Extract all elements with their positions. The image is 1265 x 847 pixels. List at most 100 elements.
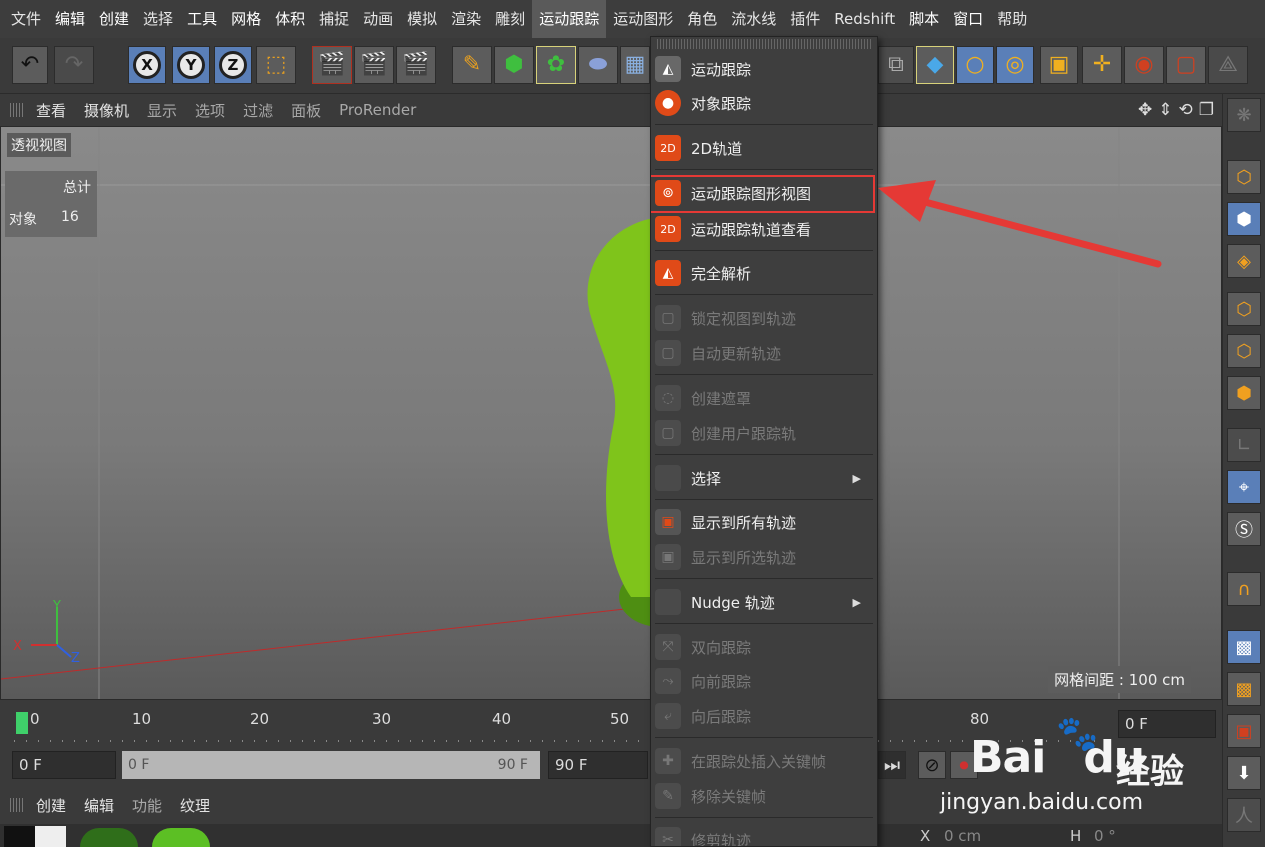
render-settings-button[interactable]: 🎬 [396,46,436,84]
current-frame-field[interactable]: 0 F [1118,710,1216,738]
maximize-view-icon[interactable]: ❐ [1199,100,1214,120]
subdivision-button[interactable]: ⬢ [494,46,534,84]
menu-pipeline[interactable]: 流水线 [724,0,783,38]
menu-item-motion-tracker[interactable]: ◭ 运动跟踪 [655,53,873,85]
polygons-mode-button[interactable]: ⬢ [1227,376,1261,410]
vp-menu-view[interactable]: 查看 [36,100,66,121]
end-frame-field[interactable]: 90 F [548,751,648,779]
live-selection-button[interactable]: ◉ [1124,46,1164,84]
menu-script[interactable]: 脚本 [902,0,946,38]
coord-x-value[interactable]: 0 cm [944,827,981,845]
menu-mesh[interactable]: 网格 [224,0,268,38]
download-button[interactable]: ⬇ [1227,756,1261,790]
menu-tools[interactable]: 工具 [180,0,224,38]
perspective-viewport[interactable]: 透视视图 总计 对象 16 Y X Z 网格间距 : 100 cm [0,126,1222,700]
material-swatch[interactable] [4,826,66,847]
coordinate-system-button[interactable]: ⬚ [256,46,296,84]
menu-animate[interactable]: 动画 [356,0,400,38]
menu-item-lock-view[interactable]: ▢ 锁定视图到轨迹 [655,302,873,334]
menu-item-bidirectional-track[interactable]: ⤧ 双向跟踪 [655,631,873,663]
menu-item-create-user-track[interactable]: ▢ 创建用户跟踪轨 [655,417,873,449]
menu-snap[interactable]: 捕捉 [312,0,356,38]
material-swatch[interactable] [80,828,138,847]
tear-off-grip-icon[interactable] [657,39,871,49]
disabled-tool-button[interactable]: ⟁ [1208,46,1248,84]
goto-end-button[interactable]: ⏭ [878,751,906,779]
menu-item-select-submenu[interactable]: 选择 ▶ [655,462,873,494]
solo-button[interactable]: Ⓢ [1227,512,1261,546]
cube-mode-button[interactable]: ◆ [916,46,954,84]
menu-motion-tracking[interactable]: 运动跟踪 [532,0,607,38]
axis-z-button[interactable]: Z [214,46,252,84]
snap-button[interactable]: ∩ [1227,572,1261,606]
move-button[interactable]: ✛ [1082,46,1122,84]
menu-item-create-mask[interactable]: ◌ 创建遮罩 [655,382,873,414]
vp-menu-display[interactable]: 显示 [147,100,177,121]
menu-item-2d-track[interactable]: 2D 2D轨道 [655,132,873,164]
record-button[interactable]: ⏺ [950,751,978,779]
render-picture-viewer-button[interactable]: 🎬 [354,46,394,84]
menu-mograph[interactable]: 运动图形 [606,0,680,38]
rotate-world-button[interactable]: ◎ [996,46,1034,84]
points-mode-button[interactable]: ⬡ [1227,292,1261,326]
axis-mode-button[interactable]: ∟ [1227,428,1261,462]
scale-button[interactable]: ▣ [1040,46,1078,84]
menu-render[interactable]: 渲染 [444,0,488,38]
material-swatch[interactable] [152,828,210,847]
menu-simulate[interactable]: 模拟 [400,0,444,38]
coord-h-value[interactable]: 0 ° [1094,827,1116,845]
palette-button[interactable]: ❋ [1227,98,1261,132]
menu-window[interactable]: 窗口 [946,0,990,38]
menu-item-trim-track[interactable]: ✂ 修剪轨迹 [655,824,873,846]
menu-help[interactable]: 帮助 [990,0,1034,38]
axis-x-button[interactable]: X [128,46,166,84]
timeline-ruler[interactable]: 0 10 20 30 40 50 80 0 F [0,700,1222,744]
mat-menu-texture[interactable]: 纹理 [180,795,210,816]
menu-item-track-view[interactable]: 2D 运动跟踪轨道查看 [655,213,873,245]
redo-button[interactable]: ↷ [54,46,94,84]
edges-mode-button[interactable]: ⬡ [1227,334,1261,368]
model-mode-button[interactable]: ⬡ [1227,160,1261,194]
menu-character[interactable]: 角色 [680,0,724,38]
mat-menu-edit[interactable]: 编辑 [84,795,114,816]
vp-menu-panel[interactable]: 面板 [291,100,321,121]
view-name-label[interactable]: 透视视图 [7,133,71,157]
floor-button[interactable]: ▦ [620,46,650,84]
keyframe-button[interactable]: ⊘ [918,751,946,779]
pan-icon[interactable]: ✥ [1138,100,1152,120]
vp-menu-filter[interactable]: 过滤 [243,100,273,121]
workplane-button[interactable]: ◈ [1227,244,1261,278]
cloner-button[interactable]: ✿ [536,46,576,84]
vp-menu-camera[interactable]: 摄像机 [84,100,129,121]
mat-menu-create[interactable]: 创建 [36,795,66,816]
deformer-button[interactable]: ⬬ [578,46,618,84]
frame-range-slider[interactable]: 0 F 90 F [122,751,540,779]
rectangle-selection-button[interactable]: ▢ [1166,46,1206,84]
start-frame-field[interactable]: 0 F [12,751,116,779]
vp-menu-prorender[interactable]: ProRender [339,101,416,119]
menu-item-insert-keyframe[interactable]: ✚ 在跟踪处插入关键帧 [655,745,873,777]
menu-item-forward-track[interactable]: ⤳ 向前跟踪 [655,665,873,697]
boole-button[interactable]: ⧉ [878,46,914,84]
menu-item-auto-update[interactable]: ▢ 自动更新轨迹 [655,337,873,369]
menu-item-nudge-submenu[interactable]: Nudge 轨迹 ▶ [655,586,873,618]
menu-redshift[interactable]: Redshift [827,0,902,38]
orbit-icon[interactable]: ⟲ [1179,100,1193,120]
undo-button[interactable]: ↶ [12,46,48,84]
menu-item-show-all-tracks[interactable]: ▣ 显示到所有轨迹 [655,506,873,538]
viewport-window-button[interactable]: ▣ [1227,714,1261,748]
pen-tool-button[interactable]: ✎ [452,46,492,84]
texture-mode-button[interactable]: ⬢ [1227,202,1261,236]
align-workplane-button[interactable]: ▩ [1227,672,1261,706]
menu-volume[interactable]: 体积 [268,0,312,38]
menu-select[interactable]: 选择 [136,0,180,38]
render-view-button[interactable]: 🎬 [312,46,352,84]
menu-item-show-selected-tracks[interactable]: ▣ 显示到所选轨迹 [655,541,873,573]
menu-item-full-solve[interactable]: ◭ 完全解析 [655,257,873,289]
menu-file[interactable]: 文件 [4,0,48,38]
menu-item-object-tracker[interactable]: ● 对象跟踪 [655,87,873,119]
menu-plugins[interactable]: 插件 [783,0,827,38]
menu-item-remove-keyframe[interactable]: ✎ 移除关键帧 [655,780,873,812]
rotate-mode-button[interactable]: ○ [956,46,994,84]
axis-y-button[interactable]: Y [172,46,210,84]
